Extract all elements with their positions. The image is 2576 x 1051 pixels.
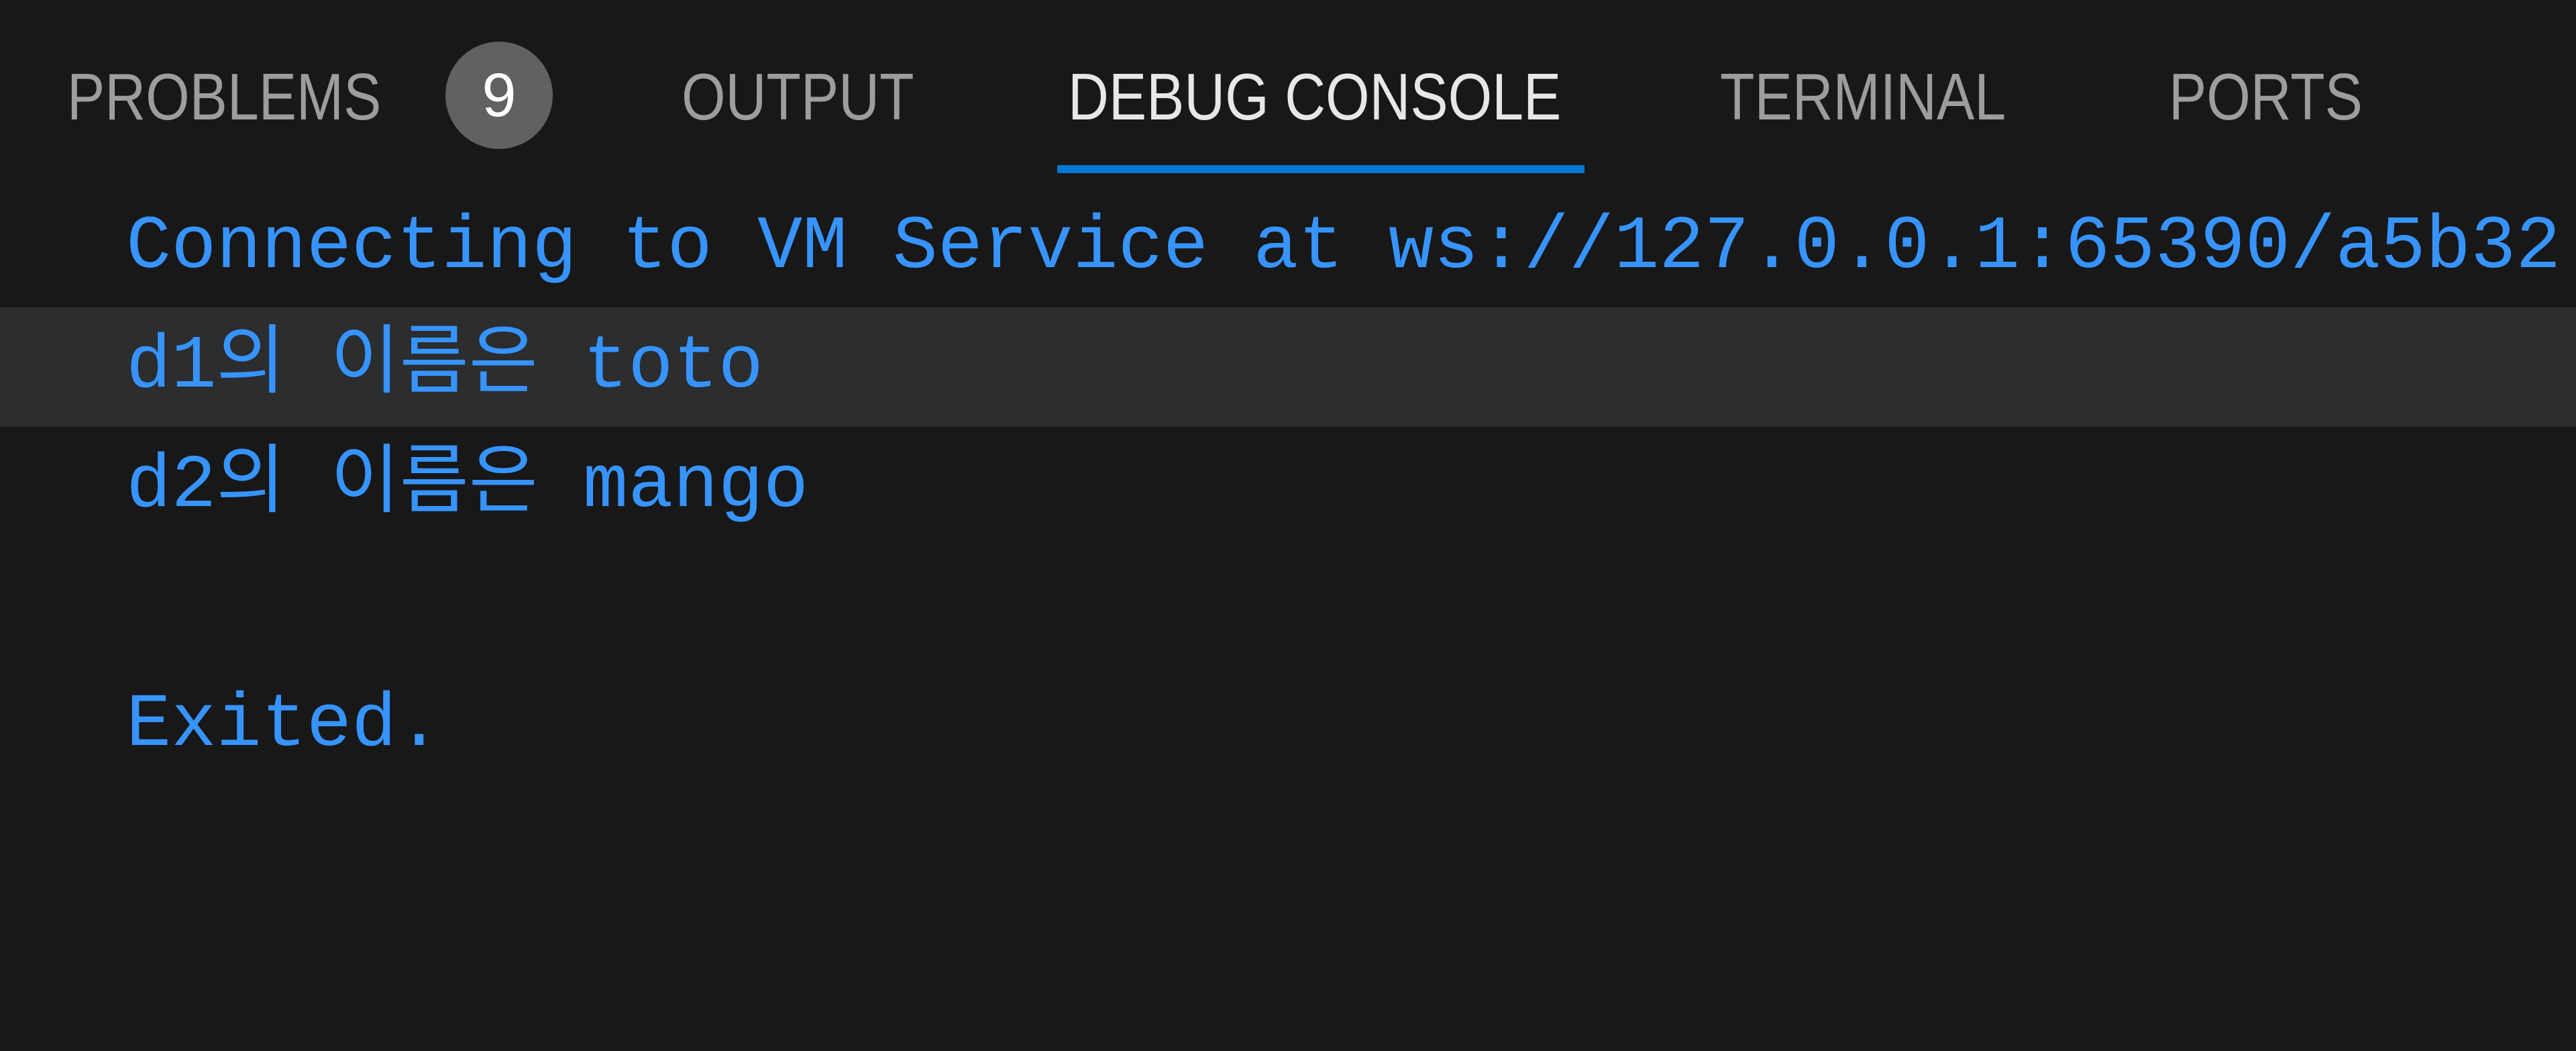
console-line: Connecting to VM Service at ws://127.0.0… — [0, 188, 2576, 307]
console-line-text: Exited. — [126, 683, 442, 768]
console-line: d2의 이름은 mango — [0, 427, 2576, 546]
tab-problems[interactable]: PROBLEMS — [67, 64, 381, 130]
active-tab-indicator — [1057, 165, 1585, 173]
problems-count-badge: 9 — [445, 42, 553, 149]
console-line-empty — [0, 546, 2576, 666]
debug-console-output[interactable]: Connecting to VM Service at ws://127.0.0… — [0, 188, 2576, 1051]
console-line-text: d2의 이름은 mango — [126, 444, 809, 529]
console-line-text: d1의 이름은 toto — [126, 324, 763, 409]
tab-ports[interactable]: PORTS — [2169, 64, 2363, 130]
console-line-hovered: d1의 이름은 toto — [0, 307, 2576, 427]
console-line: Exited. — [0, 666, 2576, 785]
console-line-text: Connecting to VM Service at ws://127.0.0… — [126, 205, 2561, 290]
tab-terminal[interactable]: TERMINAL — [1720, 64, 2006, 130]
tab-debug-console[interactable]: DEBUG CONSOLE — [1068, 64, 1561, 130]
tab-output[interactable]: OUTPUT — [682, 64, 914, 130]
bottom-panel: PROBLEMS 9 OUTPUT DEBUG CONSOLE TERMINAL… — [0, 0, 2576, 1051]
